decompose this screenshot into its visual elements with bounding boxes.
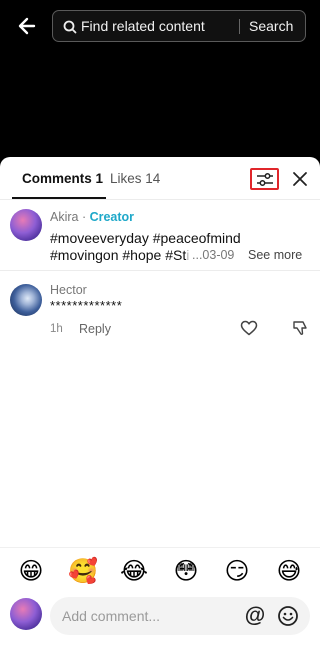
comment-time: 1h	[50, 323, 63, 335]
search-input[interactable]: Find related content	[81, 11, 231, 41]
filter-sliders-icon	[257, 173, 273, 186]
emoji-face-icon[interactable]	[277, 605, 299, 627]
comment-box[interactable]: Add comment... @	[50, 597, 310, 635]
creator-avatar[interactable]	[10, 209, 42, 241]
filter-button[interactable]	[250, 168, 279, 190]
comment-input[interactable]: Add comment...	[62, 597, 160, 635]
back-arrow-icon[interactable]	[14, 12, 42, 40]
active-tab-indicator	[12, 197, 106, 199]
search-divider	[239, 19, 240, 34]
caption-divider	[0, 270, 320, 271]
comment-text: *************	[50, 298, 123, 313]
close-icon[interactable]	[291, 170, 309, 188]
my-avatar[interactable]	[10, 598, 42, 630]
reply-button[interactable]: Reply	[79, 322, 111, 336]
caption-date: ...03-09	[192, 248, 235, 262]
caption-author-name: Akira	[50, 210, 79, 224]
caption-line-2-faded: i	[186, 247, 190, 263]
commenter-avatar[interactable]	[10, 284, 42, 316]
mention-at-icon[interactable]: @	[244, 605, 266, 627]
comment-author[interactable]: Hector	[50, 283, 87, 297]
emoji-grin[interactable]: 😁	[17, 558, 45, 586]
tab-comments[interactable]: Comments 1	[22, 171, 103, 187]
emoji-sweat-smile[interactable]: 😅	[275, 558, 303, 586]
caption-separator: ·	[78, 210, 90, 224]
heart-icon[interactable]	[240, 320, 258, 336]
creator-badge: Creator	[89, 210, 135, 224]
caption-line-1: #moveeveryday #peaceofmind	[50, 230, 241, 246]
dislike-icon[interactable]	[292, 320, 308, 336]
search-icon	[62, 19, 78, 35]
search-box[interactable]: Find related content Search	[52, 10, 306, 42]
caption-author[interactable]: Akira · Creator	[50, 210, 134, 224]
see-more-link[interactable]: See more	[248, 248, 302, 262]
emoji-flushed[interactable]: 😳	[172, 558, 200, 586]
search-button[interactable]: Search	[249, 11, 293, 41]
emoji-quick-row: 😁 🥰 😂 😳 😏 😅	[0, 547, 320, 597]
emoji-smirk[interactable]: 😏	[223, 558, 251, 586]
emoji-tears-of-joy[interactable]: 😂	[120, 558, 148, 586]
emoji-hearts[interactable]: 🥰	[68, 558, 98, 586]
comments-panel: Comments 1 Likes 14 Akira · Creator #mov…	[0, 157, 320, 654]
tab-likes[interactable]: Likes 14	[110, 171, 160, 187]
tab-bar: Comments 1 Likes 14	[0, 157, 320, 200]
top-search-bar: Find related content Search	[0, 0, 320, 52]
caption-line-2-text: #movingon #hope #St	[50, 247, 187, 263]
